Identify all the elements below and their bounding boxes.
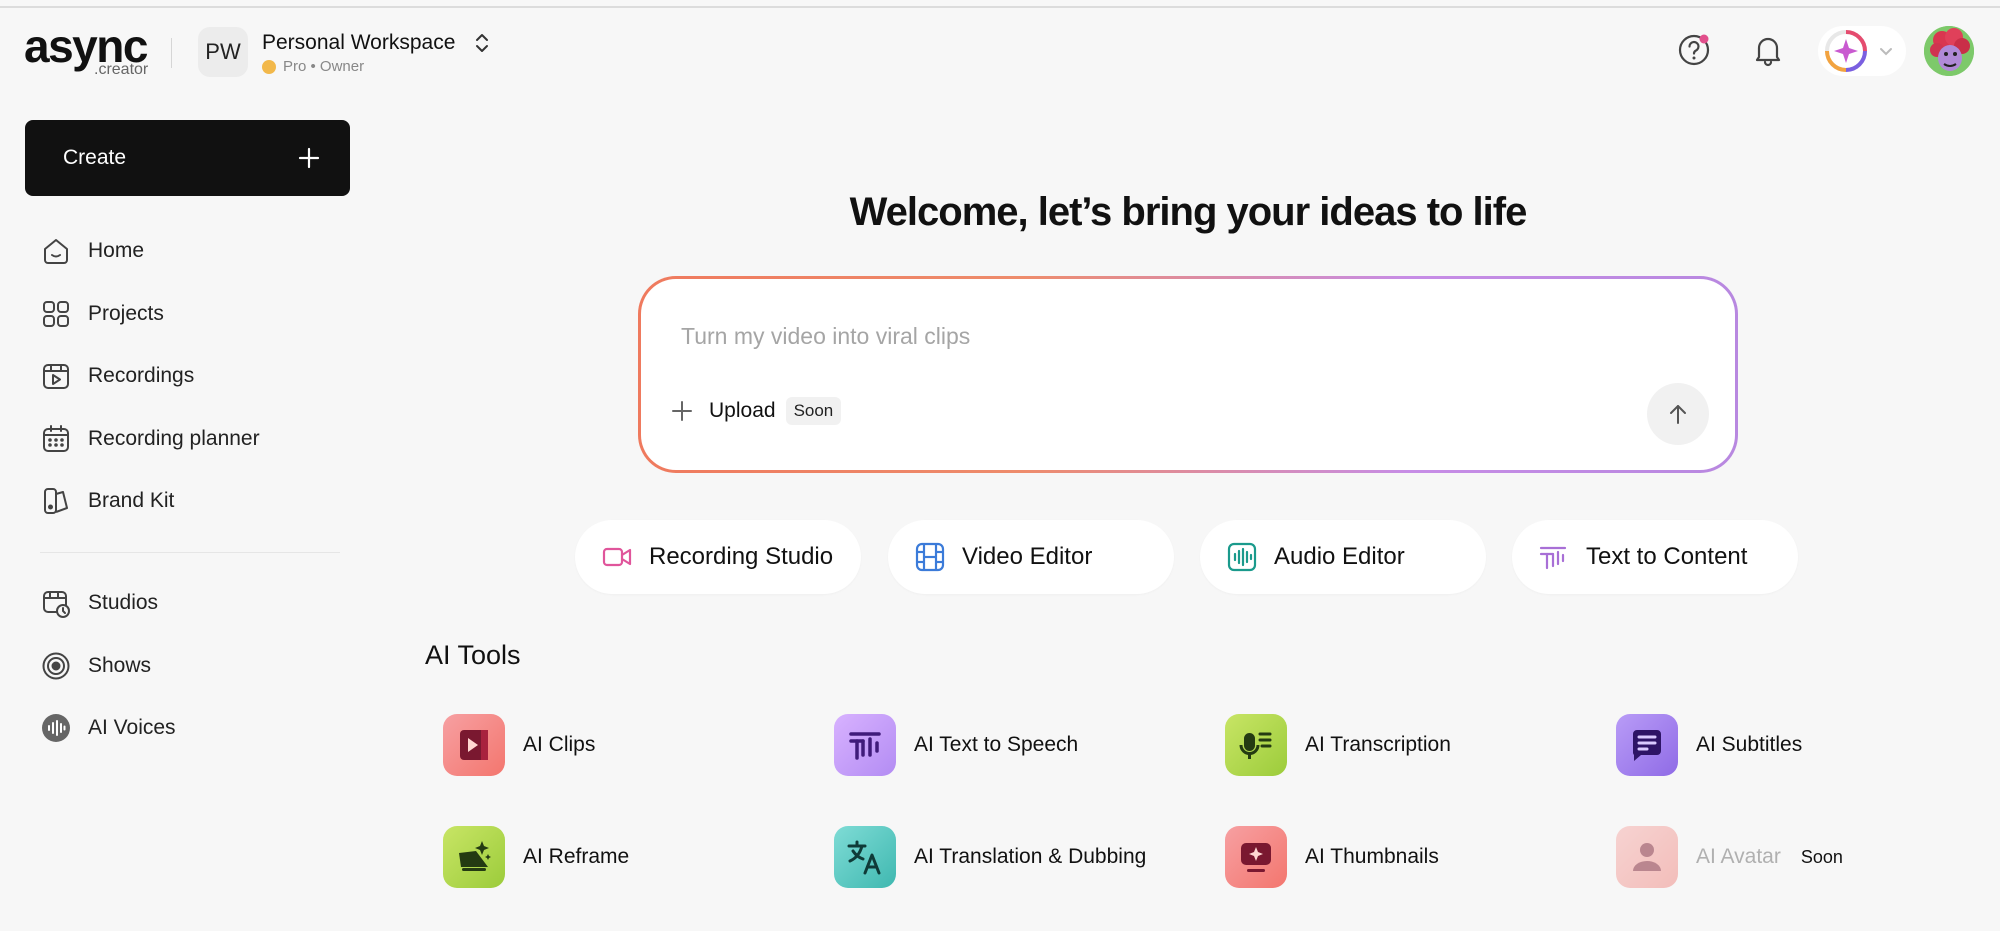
send-button[interactable] — [1647, 383, 1709, 445]
logo-subtitle: .creator — [94, 61, 149, 78]
studios-icon — [43, 591, 70, 618]
welcome-heading: Welcome, let’s bring your ideas to life — [849, 190, 1528, 234]
tool-label: AI Avatar — [1696, 845, 1781, 868]
speech-icon — [849, 732, 881, 760]
prompt-input[interactable] — [681, 319, 1581, 353]
workspace-name: Personal Workspace — [262, 31, 456, 54]
tool-label: AI Thumbnails — [1305, 845, 1439, 868]
home-icon — [44, 239, 68, 264]
voice-icon — [42, 714, 70, 742]
sidebar-item-brand-kit[interactable]: Brand Kit — [40, 481, 340, 521]
quick-action-label: Video Editor — [962, 543, 1093, 570]
ai-credits-button[interactable] — [1818, 26, 1906, 76]
soon-badge: Soon — [785, 397, 842, 425]
tool-label: AI Subtitles — [1696, 733, 1803, 756]
ai-avatar-tool[interactable]: AI Avatar Soon — [1616, 826, 1843, 888]
notifications-button[interactable] — [1746, 28, 1790, 72]
sidebar-item-label: Studios — [88, 591, 159, 614]
avatar-icon — [1633, 843, 1661, 871]
video-camera-icon — [602, 547, 632, 567]
chevron-up-down-icon — [476, 34, 489, 52]
user-avatar-illustration — [1924, 26, 1974, 76]
prompt-box: Upload Soon — [638, 276, 1738, 473]
sidebar-item-recordings[interactable]: Recordings — [40, 356, 340, 396]
workspace-avatar: PW — [198, 27, 248, 77]
create-button[interactable]: Create — [25, 120, 350, 196]
workspace-plan: Pro • Owner — [283, 58, 365, 75]
sidebar-item-label: Recording planner — [88, 427, 260, 450]
calendar-icon — [43, 425, 69, 452]
subtitles-icon — [1633, 730, 1661, 761]
sidebar-item-ai-voices[interactable]: AI Voices — [40, 708, 340, 748]
ai-clips-tool[interactable]: AI Clips — [443, 714, 595, 776]
plus-icon — [672, 401, 692, 421]
ai-tools-heading: AI Tools — [425, 640, 521, 670]
clips-icon — [460, 730, 488, 760]
async-logo[interactable]: async .creator — [24, 20, 148, 78]
upload-button[interactable]: Upload Soon — [671, 397, 842, 425]
window-top-border — [0, 6, 2000, 8]
tool-label: AI Translation & Dubbing — [914, 845, 1147, 868]
user-avatar[interactable] — [1924, 26, 1974, 76]
ai-transcription-tool[interactable]: AI Transcription — [1225, 714, 1451, 776]
translate-icon — [847, 840, 881, 875]
help-button[interactable] — [1672, 28, 1716, 72]
sidebar-item-label: Shows — [88, 654, 152, 677]
tool-label: AI Reframe — [523, 845, 630, 868]
quick-action-label: Text to Content — [1586, 543, 1748, 570]
create-label: Create — [63, 146, 127, 169]
ai-subtitles-tool[interactable]: AI Subtitles — [1616, 714, 1802, 776]
sidebar-item-label: AI Voices — [88, 716, 176, 739]
ai-text-to-speech-tool[interactable]: AI Text to Speech — [834, 714, 1078, 776]
plan-badge-icon — [262, 59, 276, 74]
brand-kit-icon — [44, 488, 68, 514]
quick-action-label: Audio Editor — [1274, 543, 1405, 570]
sidebar-item-home[interactable]: Home — [40, 231, 340, 271]
thumbnail-icon — [1241, 843, 1271, 872]
tool-label: AI Transcription — [1305, 733, 1451, 756]
ai-reframe-tool[interactable]: AI Reframe — [443, 826, 629, 888]
sidebar-item-label: Projects — [88, 302, 164, 325]
microphone-icon — [1239, 732, 1272, 759]
sidebar-item-shows[interactable]: Shows — [40, 646, 340, 686]
text-to-content-button[interactable]: Text to Content — [1512, 520, 1798, 594]
sidebar-item-studios[interactable]: Studios — [40, 583, 340, 623]
grid-icon — [43, 301, 69, 327]
text-waves-icon — [1539, 546, 1567, 570]
sparkle-icon — [1825, 30, 1867, 72]
film-icon — [915, 542, 945, 572]
help-icon — [1678, 34, 1710, 66]
sidebar-item-recording-planner[interactable]: Recording planner — [40, 419, 340, 459]
header-divider — [171, 38, 172, 68]
quick-action-label: Recording Studio — [649, 543, 834, 570]
recordings-icon — [43, 364, 69, 389]
waveform-icon — [1227, 542, 1257, 572]
audio-editor-button[interactable]: Audio Editor — [1200, 520, 1486, 594]
sidebar-divider — [40, 552, 340, 553]
sidebar-item-label: Home — [88, 239, 145, 262]
arrow-up-icon — [1670, 405, 1686, 424]
logo-wordmark: async — [24, 20, 148, 72]
sidebar-item-label: Recordings — [88, 364, 195, 387]
sidebar-item-label: Brand Kit — [88, 489, 175, 512]
tool-label: AI Text to Speech — [914, 733, 1079, 756]
ai-translation-dubbing-tool[interactable]: AI Translation & Dubbing — [834, 826, 1146, 888]
video-editor-button[interactable]: Video Editor — [888, 520, 1174, 594]
plus-icon — [298, 147, 320, 169]
chevron-down-icon — [1880, 48, 1892, 56]
soon-badge: Soon — [1800, 846, 1843, 867]
ai-thumbnails-tool[interactable]: AI Thumbnails — [1225, 826, 1439, 888]
sidebar-item-projects[interactable]: Projects — [40, 294, 340, 334]
tool-label: AI Clips — [523, 733, 596, 756]
recording-studio-button[interactable]: Recording Studio — [575, 520, 861, 594]
reframe-icon — [459, 841, 491, 871]
podcast-icon — [42, 652, 70, 680]
upload-label: Upload — [709, 399, 776, 422]
bell-icon — [1755, 37, 1781, 67]
workspace-switcher[interactable]: PW Personal Workspace Pro • Owner — [198, 26, 489, 78]
